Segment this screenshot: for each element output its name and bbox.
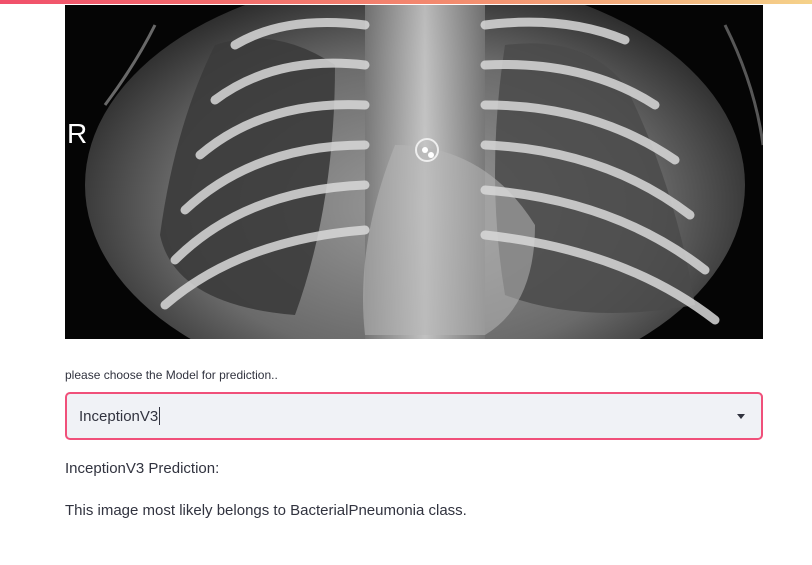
prediction-title: InceptionV3 Prediction: (65, 460, 220, 477)
model-select-value: InceptionV3 (79, 407, 159, 425)
xray-side-marker: R (67, 118, 87, 149)
chevron-down-icon[interactable] (737, 414, 745, 419)
model-select-dropdown[interactable]: InceptionV3 (65, 392, 763, 440)
text-cursor (159, 407, 161, 425)
top-decoration-bar (0, 0, 812, 4)
model-select-value-wrap: InceptionV3 (79, 407, 161, 425)
chest-xray-image: R (65, 5, 763, 339)
prediction-result-text: This image most likely belongs to Bacter… (65, 502, 467, 519)
model-select-label: please choose the Model for prediction.. (65, 368, 278, 382)
app-root: R please choose the Model for prediction… (0, 0, 812, 565)
xray-graphic: R (65, 5, 763, 339)
